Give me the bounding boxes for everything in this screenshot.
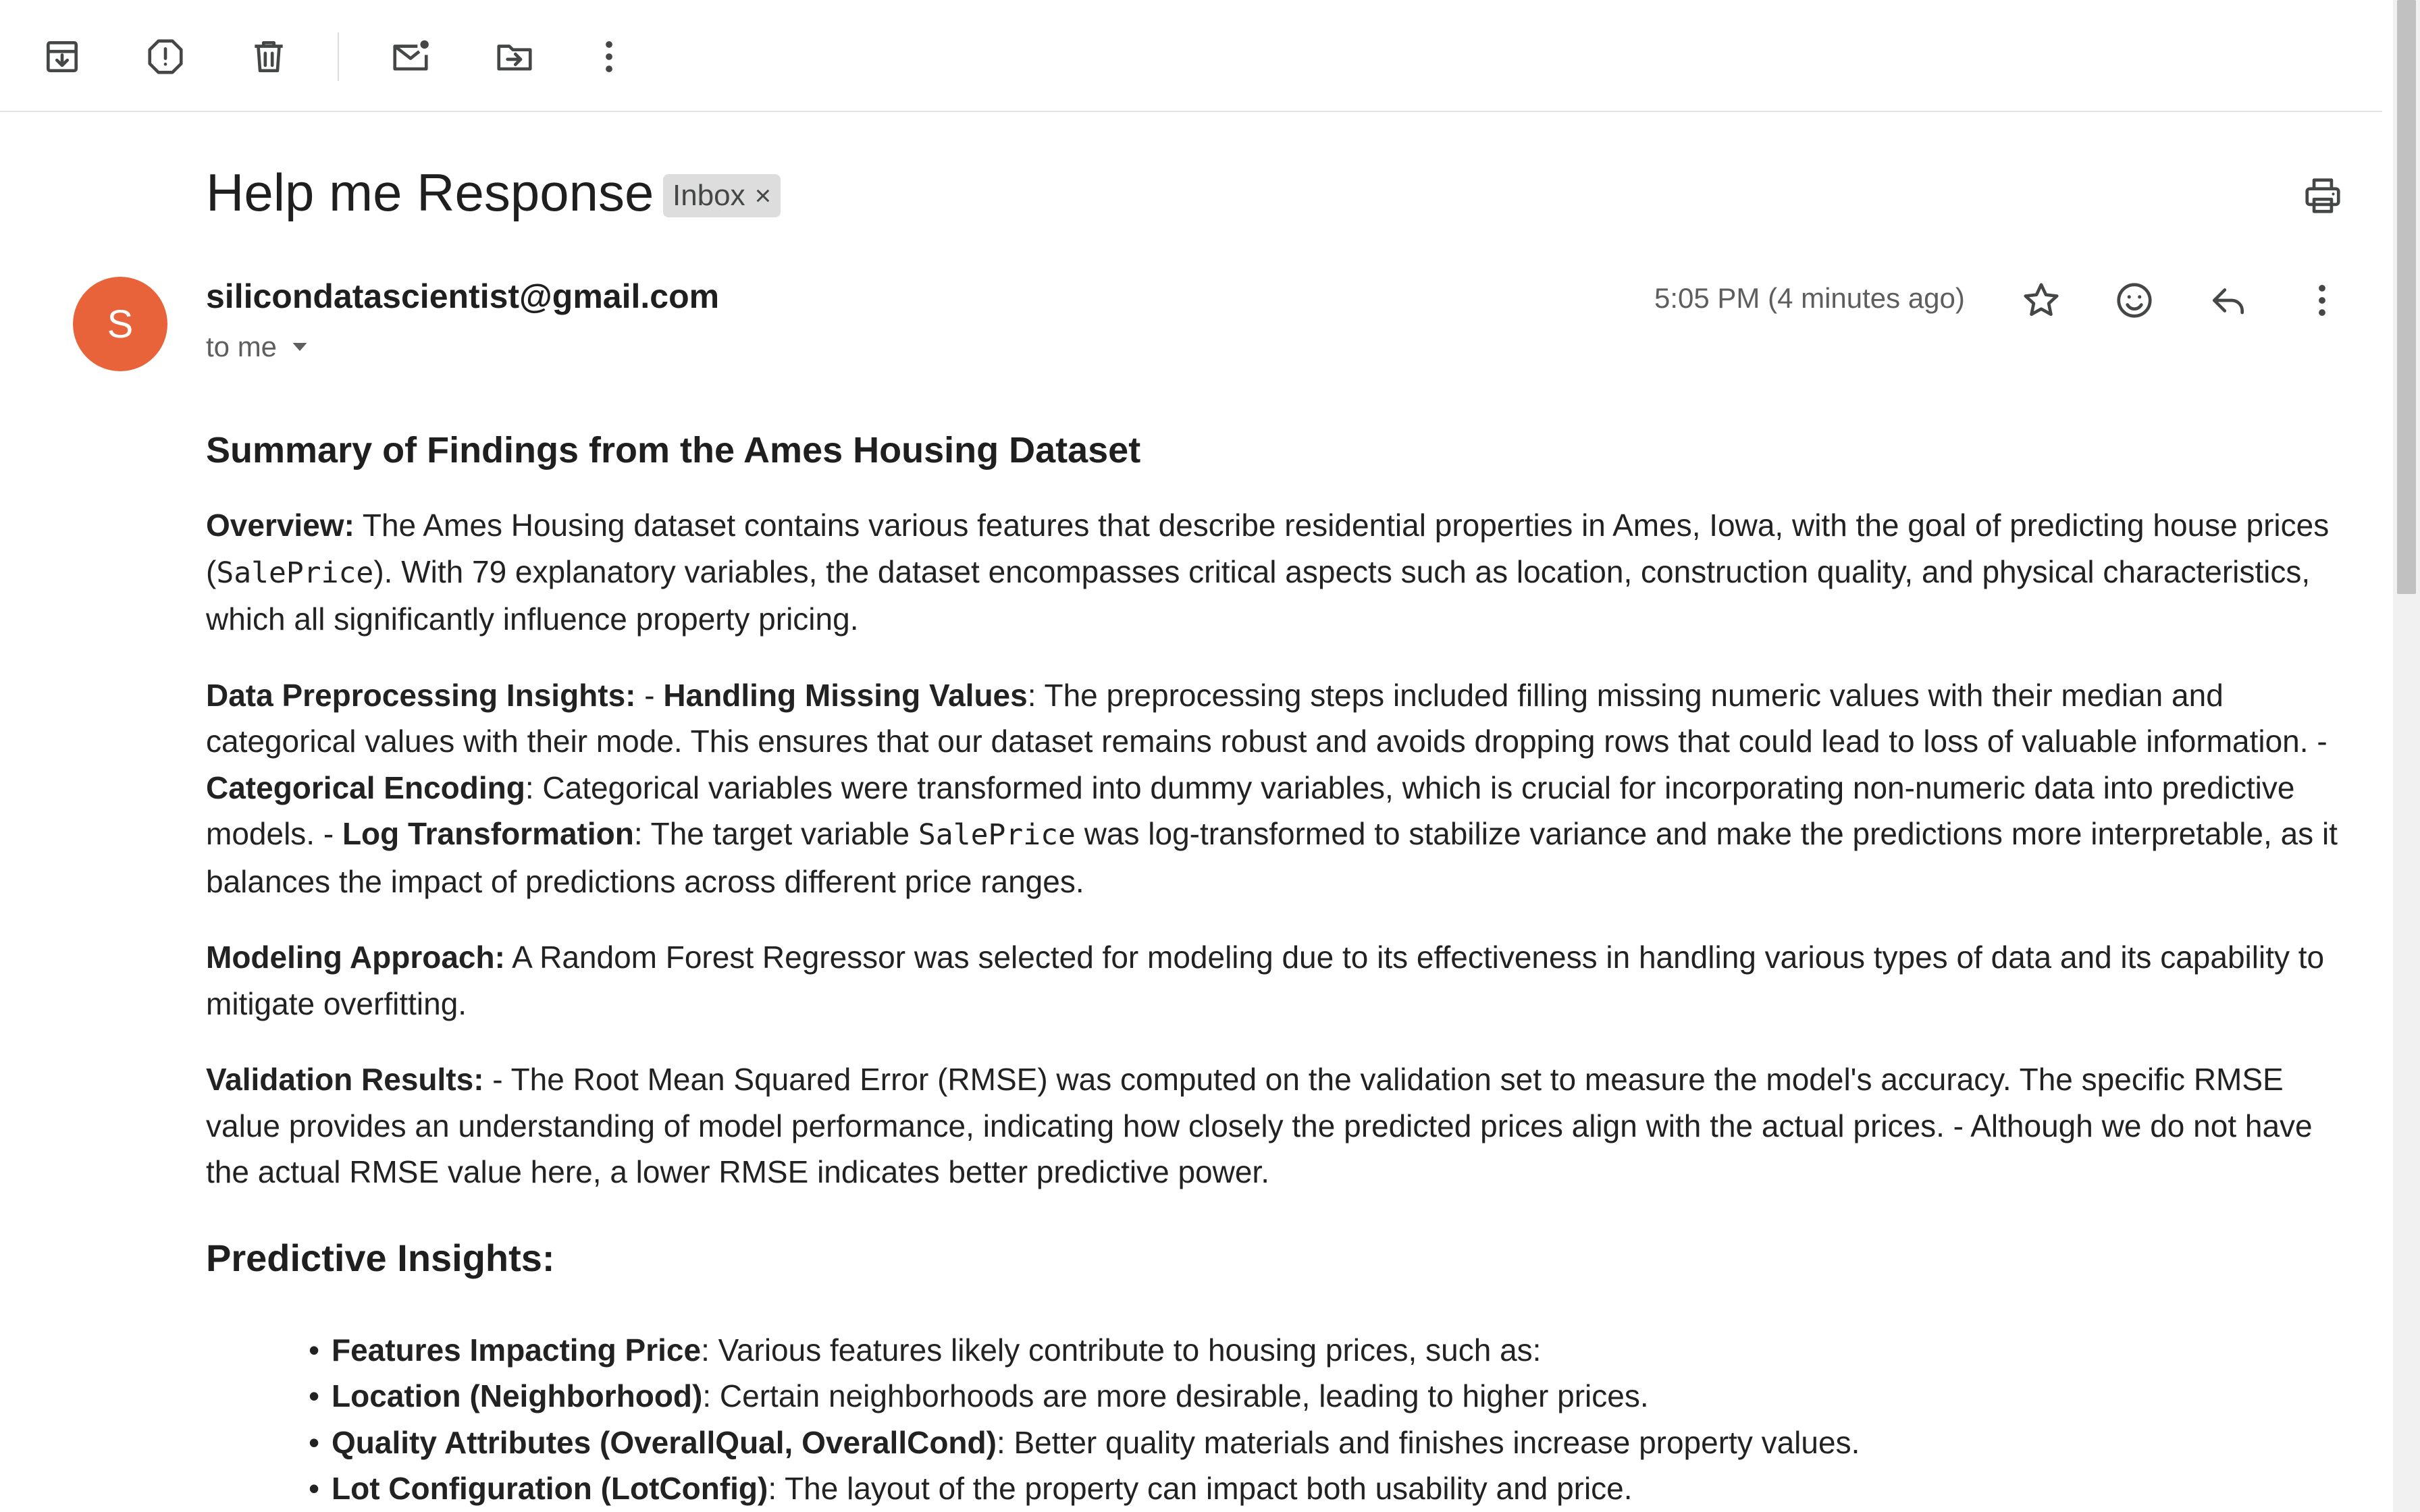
validation-paragraph: Validation Results: - The Root Mean Squa… xyxy=(206,1056,2353,1195)
predictive-insights-list: Features Impacting Price: Various featur… xyxy=(309,1327,2353,1512)
label-chip-text: Inbox xyxy=(673,179,745,212)
log-transform-text-1: : The target variable xyxy=(633,816,918,851)
overview-code: SalePrice xyxy=(216,556,374,590)
sender-avatar[interactable]: S xyxy=(73,277,167,371)
list-item-label: Location (Neighborhood) xyxy=(332,1378,703,1413)
encoding-label: Categorical Encoding xyxy=(206,770,525,805)
preprocessing-label: Data Preprocessing Insights: xyxy=(206,677,636,713)
log-transform-code: SalePrice xyxy=(918,818,1076,852)
scrollbar-thumb[interactable] xyxy=(2397,0,2416,594)
preprocessing-sep: - xyxy=(635,677,664,713)
more-options-button[interactable] xyxy=(578,26,640,88)
list-item-text: : Certain neighborhoods are more desirab… xyxy=(702,1378,1649,1413)
more-vert-icon xyxy=(2319,285,2325,316)
print-button[interactable] xyxy=(2293,166,2352,225)
report-spam-button[interactable] xyxy=(134,26,196,88)
modeling-text: A Random Forest Regressor was selected f… xyxy=(206,940,2325,1021)
message-toolbar xyxy=(0,0,2382,112)
star-button[interactable] xyxy=(2009,269,2073,332)
archive-icon xyxy=(47,41,78,72)
sender-email[interactable]: silicondatascientist@gmail.com xyxy=(206,277,719,316)
more-vert-icon xyxy=(606,41,612,72)
list-item-label: Features Impacting Price xyxy=(332,1332,702,1368)
inbox-label-chip[interactable]: Inbox × xyxy=(663,174,781,217)
star-icon xyxy=(2024,283,2059,316)
validation-label: Validation Results: xyxy=(206,1062,484,1097)
mark-unread-button[interactable] xyxy=(379,26,442,88)
list-item: Lot Configuration (LotConfig): The layou… xyxy=(309,1465,2353,1512)
overview-label: Overview: xyxy=(206,508,354,543)
list-item-label: Quality Attributes (OverallQual, Overall… xyxy=(332,1424,997,1460)
remove-label-icon[interactable]: × xyxy=(755,180,772,212)
email-subject: Help me Response xyxy=(206,163,654,222)
move-to-button[interactable] xyxy=(483,26,546,88)
list-item-text: : Various features likely contribute to … xyxy=(701,1332,1542,1368)
validation-text: - The Root Mean Squared Error (RMSE) was… xyxy=(206,1062,2313,1189)
print-icon xyxy=(2305,178,2340,213)
reply-button[interactable] xyxy=(2197,269,2260,332)
report-spam-icon xyxy=(148,39,183,74)
recipient-label: to me xyxy=(206,331,278,362)
caret-down-icon xyxy=(292,343,307,351)
email-body: Summary of Findings from the Ames Housin… xyxy=(206,429,2353,1512)
log-transform-label: Log Transformation xyxy=(342,816,634,851)
message-more-button[interactable] xyxy=(2290,269,2354,332)
email-timestamp: 5:05 PM (4 minutes ago) xyxy=(1654,282,1965,314)
toolbar-divider xyxy=(338,32,339,81)
delete-button[interactable] xyxy=(238,26,300,88)
delete-icon xyxy=(255,41,283,72)
recipient-details[interactable]: to me xyxy=(206,331,312,363)
list-item-text: : Better quality materials and finishes … xyxy=(996,1424,1860,1460)
body-title: Summary of Findings from the Ames Housin… xyxy=(206,430,1141,470)
move-to-icon xyxy=(497,45,532,71)
reply-icon xyxy=(2213,288,2244,315)
add-reaction-button[interactable] xyxy=(2103,269,2166,332)
list-item-label: Lot Configuration (LotConfig) xyxy=(332,1471,768,1506)
preprocessing-paragraph: Data Preprocessing Insights: - Handling … xyxy=(206,672,2353,905)
predictive-insights-heading: Predictive Insights: xyxy=(206,1236,555,1279)
list-item: Quality Attributes (OverallQual, Overall… xyxy=(309,1420,2353,1466)
list-item-text: : The layout of the property can impact … xyxy=(768,1471,1633,1506)
list-item: Features Impacting Price: Various featur… xyxy=(309,1327,2353,1374)
modeling-paragraph: Modeling Approach: A Random Forest Regre… xyxy=(206,934,2353,1027)
overview-text-2: ). With 79 explanatory variables, the da… xyxy=(206,554,2311,637)
missing-values-label: Handling Missing Values xyxy=(663,677,1028,713)
list-item: Location (Neighborhood): Certain neighbo… xyxy=(309,1373,2353,1420)
archive-button[interactable] xyxy=(31,26,93,88)
emoji-icon xyxy=(2117,283,2152,318)
scrollbar[interactable] xyxy=(2393,0,2420,1512)
modeling-label: Modeling Approach: xyxy=(206,940,505,975)
mark-unread-icon xyxy=(393,40,429,71)
overview-paragraph: Overview: The Ames Housing dataset conta… xyxy=(206,502,2353,643)
